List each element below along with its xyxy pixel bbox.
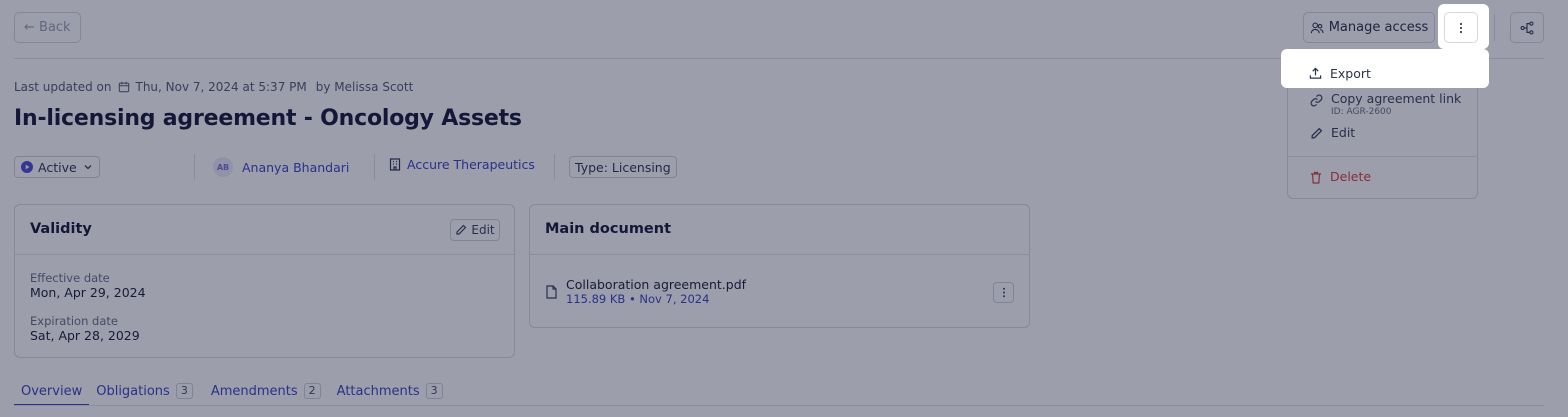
more-vertical-icon [1459, 22, 1463, 34]
upload-icon [1309, 67, 1322, 80]
menu-item-export[interactable]: Export [1309, 66, 1371, 81]
highlight-export-item: Export [1281, 49, 1489, 88]
menu-export-label: Export [1330, 66, 1371, 81]
more-actions-button-highlighted[interactable] [1444, 12, 1478, 43]
highlight-more-button [1438, 4, 1489, 49]
